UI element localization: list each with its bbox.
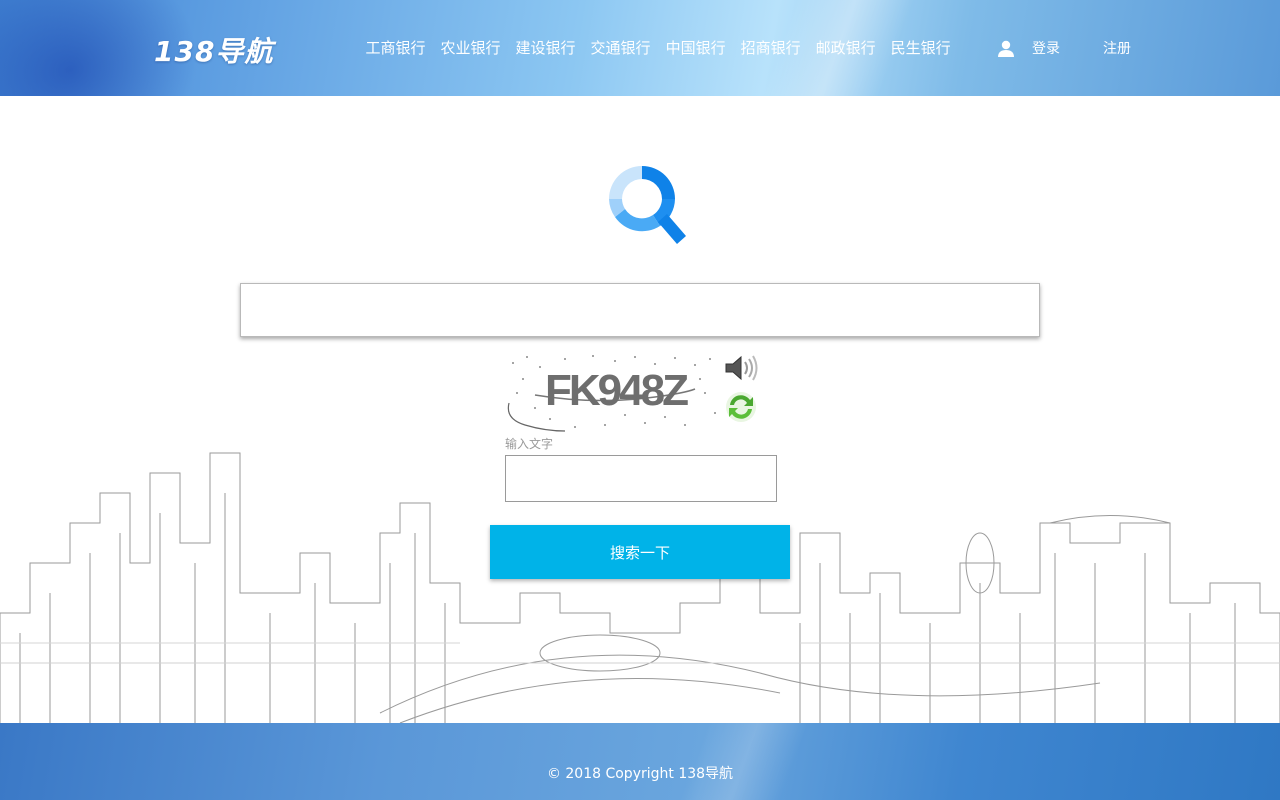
captcha-image: FK948Z — [505, 353, 721, 433]
captcha-text: FK948Z — [545, 366, 688, 415]
captcha-input[interactable] — [505, 455, 777, 502]
search-input[interactable] — [240, 283, 1040, 337]
search-logo-icon — [609, 166, 686, 244]
audio-captcha-icon[interactable] — [723, 353, 759, 383]
nav-item-icbc[interactable]: 工商银行 — [358, 36, 433, 60]
user-icon — [996, 39, 1016, 59]
header-bar: 138导航 工商银行 农业银行 建设银行 交通银行 中国银行 招商银行 邮政银行… — [0, 0, 1280, 96]
bank-nav: 工商银行 农业银行 建设银行 交通银行 中国银行 招商银行 邮政银行 民生银行 — [358, 36, 958, 60]
nav-item-abc[interactable]: 农业银行 — [433, 36, 508, 60]
refresh-captcha-icon[interactable] — [724, 390, 758, 424]
site-logo[interactable]: 138导航 — [154, 30, 273, 68]
nav-item-psbc[interactable]: 邮政银行 — [808, 36, 883, 60]
footer: © 2018 Copyright 138导航 — [0, 723, 1280, 800]
captcha-label: 输入文字 — [505, 437, 554, 451]
nav-item-bocom[interactable]: 交通银行 — [583, 36, 658, 60]
nav-item-cmbc[interactable]: 民生银行 — [883, 36, 958, 60]
main-area: FK948Z 输入文字 搜索一下 — [0, 96, 1280, 723]
copyright-text: © 2018 Copyright 138导航 — [546, 766, 734, 782]
user-area: 登录 注册 — [996, 38, 1131, 60]
nav-item-boc[interactable]: 中国银行 — [658, 36, 733, 60]
nav-item-ccb[interactable]: 建设银行 — [508, 36, 583, 60]
nav-item-cmb[interactable]: 招商银行 — [733, 36, 808, 60]
login-link[interactable]: 登录 — [1032, 38, 1060, 60]
register-link[interactable]: 注册 — [1103, 38, 1131, 60]
search-button[interactable]: 搜索一下 — [490, 525, 790, 579]
